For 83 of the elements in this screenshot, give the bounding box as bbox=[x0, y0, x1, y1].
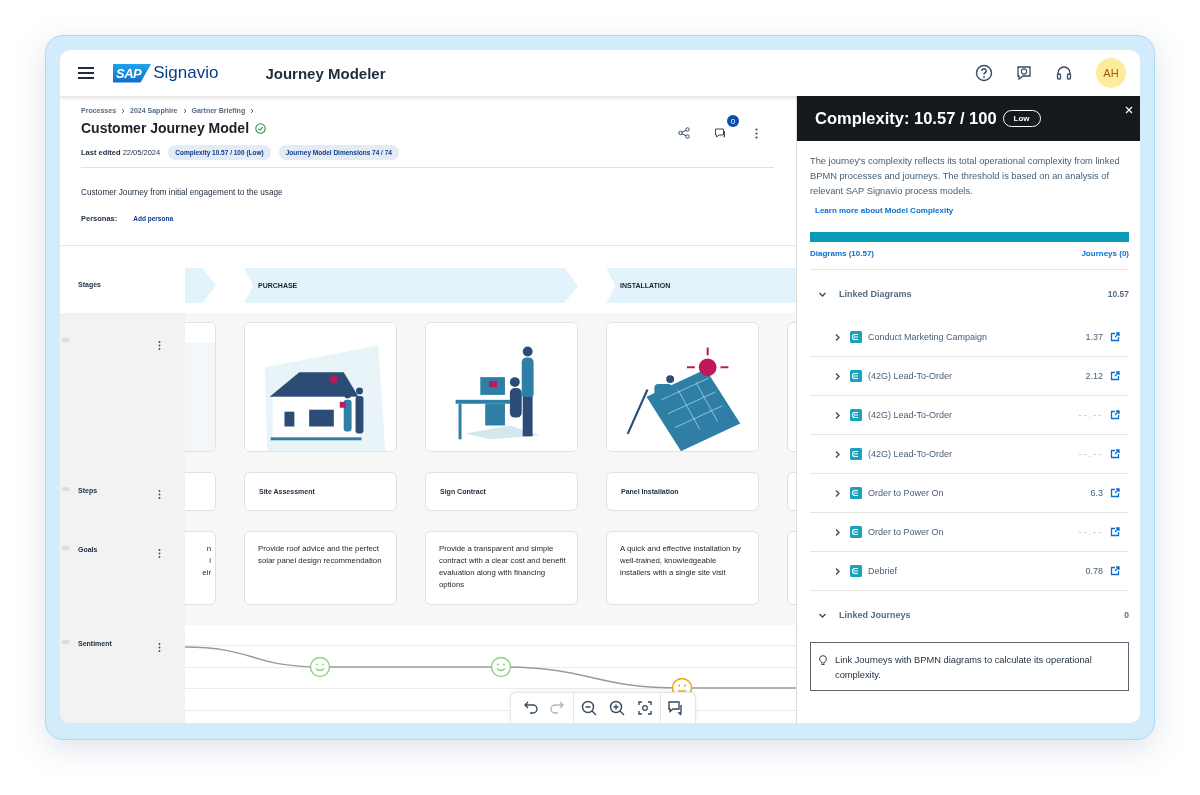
expand-toggle[interactable] bbox=[833, 371, 842, 381]
fit-button[interactable] bbox=[635, 698, 655, 718]
brand-name: Signavio bbox=[153, 63, 219, 83]
model-title: Customer Journey Model bbox=[81, 120, 250, 136]
diagram-icon bbox=[850, 487, 862, 499]
user-avatar[interactable]: AH bbox=[1096, 58, 1126, 88]
external-link-icon bbox=[1110, 332, 1120, 342]
expand-toggle[interactable] bbox=[833, 449, 842, 459]
expand-toggle[interactable] bbox=[833, 332, 842, 342]
complexity-value: --.-- bbox=[1078, 527, 1103, 537]
menu-button[interactable] bbox=[78, 64, 96, 82]
diagram-name[interactable]: (42G) Lead-To-Order bbox=[868, 371, 953, 381]
diagram-icon bbox=[850, 331, 862, 343]
diagram-name[interactable]: Debrief bbox=[868, 566, 897, 576]
panel-description: The journey's complexity reflects its total operational complexity from linked BPMN processes and journeys. The threshold is based on an analysis of relevant SAP Signavio process models. bbox=[810, 155, 1121, 198]
logo-badge: SAP bbox=[113, 63, 152, 83]
diagram-name[interactable]: (42G) Lead-To-Order bbox=[868, 449, 953, 459]
model-description: Customer Journey from initial engagement to the usage bbox=[81, 188, 284, 197]
more-icon bbox=[754, 127, 758, 139]
diagram-icon bbox=[850, 409, 862, 421]
lane-menu-button[interactable] bbox=[157, 487, 161, 497]
lightbulb-icon bbox=[819, 655, 827, 666]
chevron-icon bbox=[181, 107, 188, 114]
comments-icon bbox=[667, 699, 685, 717]
diagram-icon bbox=[850, 448, 862, 460]
external-link-icon bbox=[1110, 488, 1120, 498]
section-title: Linked Diagrams bbox=[839, 289, 912, 299]
learn-more-link[interactable]: Learn more about Model Complexity bbox=[815, 206, 954, 215]
menu-icon bbox=[78, 67, 94, 79]
headset-icon bbox=[1055, 64, 1073, 82]
help-button[interactable] bbox=[974, 63, 994, 83]
complexity-value: 6.3 bbox=[1090, 488, 1103, 498]
diagram-icon bbox=[850, 526, 862, 538]
panel-title: Complexity: 10.57 / 100 bbox=[815, 109, 997, 128]
external-link-icon bbox=[1110, 371, 1120, 381]
diagram-name[interactable]: (42G) Lead-To-Order bbox=[868, 410, 953, 420]
complexity-value: 2.12 bbox=[1085, 371, 1103, 381]
zoom-in-button[interactable] bbox=[607, 698, 627, 718]
expand-toggle[interactable] bbox=[833, 527, 842, 537]
expand-toggle[interactable] bbox=[833, 488, 842, 498]
lane-menu-button[interactable] bbox=[157, 546, 161, 556]
chevron-icon bbox=[249, 107, 256, 114]
external-link-icon bbox=[1110, 410, 1120, 420]
zoom-in-icon bbox=[608, 699, 626, 717]
info-text: Link Journeys with BPMN diagrams to calculate its operational complexity. bbox=[835, 654, 1093, 682]
lane-menu-button[interactable] bbox=[157, 338, 161, 348]
zoom-out-button[interactable] bbox=[579, 698, 599, 718]
close-icon bbox=[1125, 106, 1133, 114]
more-icon bbox=[157, 490, 161, 499]
more-icon bbox=[157, 643, 161, 652]
count-badge: 0 bbox=[727, 115, 739, 127]
feedback-button[interactable] bbox=[1014, 63, 1034, 83]
feedback-icon bbox=[1015, 64, 1033, 82]
app-title: Journey Modeler bbox=[265, 64, 386, 82]
external-link-icon bbox=[1110, 527, 1120, 537]
lane-menu-button[interactable] bbox=[157, 640, 161, 650]
diagram-icon bbox=[850, 565, 862, 577]
share-icon bbox=[678, 127, 690, 139]
diagram-name[interactable]: Order to Power On bbox=[868, 527, 944, 537]
section-title: Linked Journeys bbox=[839, 610, 911, 620]
complexity-value: --.-- bbox=[1078, 410, 1103, 420]
complexity-value: --.-- bbox=[1078, 449, 1103, 459]
zoom-out-icon bbox=[580, 699, 598, 717]
more-icon bbox=[157, 549, 161, 558]
diagram-name[interactable]: Order to Power On bbox=[868, 488, 944, 498]
chevron-icon bbox=[120, 107, 127, 114]
expand-toggle[interactable] bbox=[833, 410, 842, 420]
support-button[interactable] bbox=[1054, 63, 1074, 83]
fit-to-screen-icon bbox=[636, 699, 654, 717]
help-icon bbox=[975, 64, 993, 82]
complexity-value: 0.78 bbox=[1085, 566, 1103, 576]
diagram-icon bbox=[850, 370, 862, 382]
expand-toggle[interactable] bbox=[833, 566, 842, 576]
diagram-name[interactable]: Conduct Marketing Campaign bbox=[868, 332, 988, 342]
section-total: 0 bbox=[1124, 610, 1129, 620]
section-total: 10.57 bbox=[1107, 289, 1129, 299]
comment-icon bbox=[714, 127, 726, 139]
external-link-icon bbox=[1110, 566, 1120, 576]
external-link-icon bbox=[1110, 449, 1120, 459]
complexity-value: 1.37 bbox=[1085, 332, 1103, 342]
bar-label: Diagrams (10.57) bbox=[810, 249, 875, 258]
bar-label: Journeys (0) bbox=[1081, 249, 1129, 258]
more-icon bbox=[157, 341, 161, 350]
